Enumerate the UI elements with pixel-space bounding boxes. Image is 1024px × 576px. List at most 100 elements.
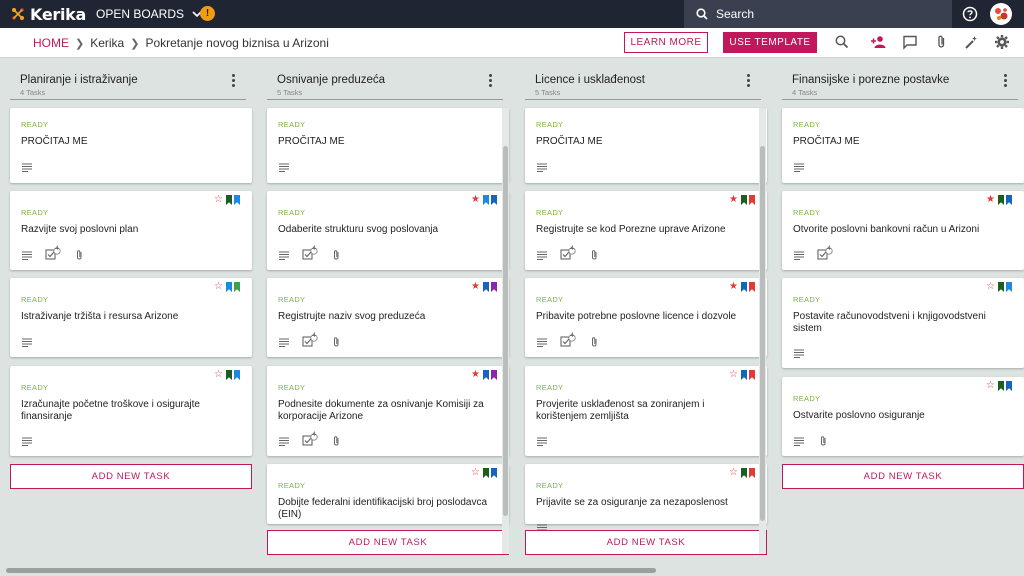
add-new-task-button[interactable]: ADD NEW TASK [10,464,252,489]
star-outline-icon[interactable]: ☆ [986,381,995,391]
alert-icon[interactable]: ! [200,6,215,21]
task-card[interactable]: READY PROČITAJ ME [782,108,1024,183]
open-boards-menu[interactable]: OPEN BOARDS [96,7,202,21]
add-new-task-button[interactable]: ADD NEW TASK [525,530,767,555]
task-card[interactable]: ☆ READY Razvijte svoj poslovni plan 4 [10,191,252,270]
add-new-task-button[interactable]: ADD NEW TASK [267,530,509,555]
more-vert-icon[interactable] [489,74,493,88]
card-status: READY [278,383,306,392]
description-icon [793,434,805,447]
task-card[interactable]: READY PROČITAJ ME [525,108,767,183]
task-card[interactable]: ☆ READY Postavite računovodstveni i knjigo… [782,278,1024,368]
star-outline-icon[interactable]: ☆ [729,370,738,380]
star-filled-icon[interactable]: ★ [471,195,480,205]
tag-flag-icon [998,195,1004,205]
task-card[interactable]: READY PROČITAJ ME [267,108,509,183]
gear-icon[interactable] [994,34,1010,50]
column-header[interactable]: Osnivanje preduzeća 5 Tasks [267,58,503,100]
card-title: Odaberite strukturu svog poslovanja [278,224,439,235]
card-title: Razvijte svoj poslovni plan [21,224,139,235]
card-status: READY [21,208,49,217]
description-icon [793,160,805,173]
card-markers: ☆ [471,468,499,478]
breadcrumb-home[interactable]: HOME [33,36,69,50]
board-column: Osnivanje preduzeća 5 Tasks READY PROČITAJ … [257,58,509,562]
card-title: PROČITAJ ME [21,136,88,147]
star-outline-icon[interactable]: ☆ [214,370,223,380]
column-task-count: 5 Tasks [277,88,303,97]
card-markers: ☆ [986,282,1014,292]
card-title: Podnesite dokumente za osnivanje Komisij… [278,399,484,422]
star-outline-icon[interactable]: ☆ [214,282,223,292]
use-template-button[interactable]: USE TEMPLATE [723,32,817,53]
search-icon[interactable] [834,34,850,50]
logo-mark-icon [12,8,24,20]
card-title: Postavite računovodstveni i knjigovodstv… [793,311,986,334]
magic-wand-icon[interactable] [963,34,979,50]
card-title: Izračunajte početne troškove i osigurajt… [21,399,200,422]
task-card[interactable]: ★ READY Otvorite poslovni bankovni račun u… [782,191,1024,270]
card-icons [21,159,45,173]
tag-flag-icon [483,468,489,478]
tag-flag-icon [483,282,489,292]
star-outline-icon[interactable]: ☆ [214,195,223,205]
task-card[interactable]: ☆ READY Provjerite usklađenost sa zoniranj… [525,366,767,456]
task-card[interactable]: ★ READY Registrujte se kod Porezne uprave … [525,191,767,270]
description-icon [793,346,805,359]
more-vert-icon[interactable] [747,74,751,88]
learn-more-button[interactable]: LEARN MORE [624,32,708,53]
task-card[interactable]: ☆ READY Ostvarite poslovno osiguranje [782,377,1024,456]
card-markers: ☆ [214,370,242,380]
task-card[interactable]: ☆ READY Dobijte federalni identifikacijski… [267,464,509,524]
star-filled-icon[interactable]: ★ [729,195,738,205]
tag-flag-icon [749,468,755,478]
breadcrumb-account[interactable]: Kerika [90,36,124,50]
checklist-icon: 4 [560,246,576,261]
column-scrollbar[interactable] [760,146,765,521]
description-icon [278,434,290,447]
add-new-task-button[interactable]: ADD NEW TASK [782,464,1024,489]
task-card[interactable]: ☆ READY Prijavite se za osiguranje za neza… [525,464,767,534]
checklist-icon: 4 [302,333,318,348]
attachment-icon[interactable] [933,34,949,50]
star-outline-icon[interactable]: ☆ [471,468,480,478]
checklist-icon: 4 [302,432,318,447]
avatar[interactable] [990,3,1012,25]
help-icon[interactable] [962,6,978,22]
star-filled-icon[interactable]: ★ [471,282,480,292]
task-card[interactable]: ★ READY Odaberite strukturu svog poslovanj… [267,191,509,270]
attachment-icon [588,248,600,260]
card-title: PROČITAJ ME [278,136,345,147]
tag-flag-icon [1006,195,1012,205]
checklist-count: 4 [570,333,574,339]
task-card[interactable]: ★ READY Podnesite dokumente za osnivanje K… [267,366,509,456]
column-header[interactable]: Planiranje i istraživanje 4 Tasks [10,58,246,100]
more-vert-icon[interactable] [1004,74,1008,88]
tag-flag-icon [741,468,747,478]
card-icons [793,433,841,447]
star-outline-icon[interactable]: ☆ [986,282,995,292]
star-filled-icon[interactable]: ★ [729,282,738,292]
horizontal-scrollbar[interactable] [6,568,656,573]
star-outline-icon[interactable]: ☆ [729,468,738,478]
card-icons [278,159,302,173]
more-vert-icon[interactable] [232,74,236,88]
column-header[interactable]: Finansijske i porezne postavke 4 Tasks [782,58,1018,100]
card-icons: 4 [793,246,845,261]
column-scrollbar[interactable] [503,146,508,516]
add-person-icon[interactable] [870,34,886,50]
task-card[interactable]: ☆ READY Izračunajte početne troškove i osi… [10,366,252,456]
card-status: READY [793,295,821,304]
star-filled-icon[interactable]: ★ [986,195,995,205]
task-card[interactable]: ☆ READY Istraživanje tržišta i resursa Ari… [10,278,252,357]
task-card[interactable]: ★ READY Registrujte naziv svog preduzeća 4 [267,278,509,357]
column-header[interactable]: Licence i usklađenost 5 Tasks [525,58,761,100]
star-filled-icon[interactable]: ★ [471,370,480,380]
task-card[interactable]: ★ READY Pribavite potrebne poslovne licenc… [525,278,767,357]
chat-icon[interactable] [902,34,918,50]
tag-flag-icon [226,370,232,380]
kerika-logo[interactable]: Kerika [10,4,86,24]
tag-flag-icon [226,282,232,292]
task-card[interactable]: READY PROČITAJ ME [10,108,252,183]
search-input[interactable]: Search [684,0,952,28]
